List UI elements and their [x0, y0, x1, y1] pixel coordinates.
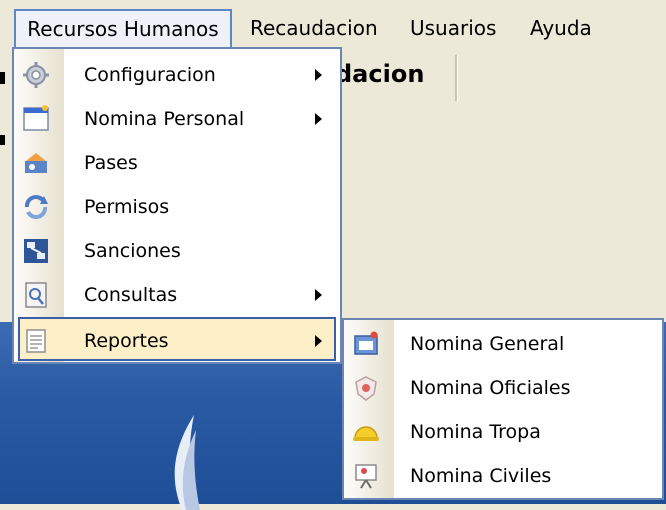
report-icon [26, 329, 46, 353]
submenu-item-label: Nomina Civiles [410, 465, 552, 487]
search-document-icon [25, 282, 47, 308]
edge-mark [0, 135, 5, 145]
submenu-item-nomina-oficiales[interactable]: Nomina Oficiales [344, 366, 662, 410]
menu-item-label: Pases [84, 152, 138, 174]
helmet-icon [353, 426, 379, 441]
menu-recaudacion[interactable]: Recaudacion [250, 10, 378, 47]
menu-item-label: Nomina Personal [84, 108, 245, 130]
recursos-humanos-dropdown: Configuracion Nomina Personal Pases Perm… [12, 47, 342, 364]
submenu-arrow-icon [315, 113, 322, 125]
form-icon [23, 105, 49, 131]
menu-ayuda[interactable]: Ayuda [530, 10, 592, 47]
presentation-icon [355, 464, 377, 489]
submenu-item-label: Nomina Tropa [410, 421, 541, 443]
menu-bar: Recursos Humanos Recaudacion Usuarios Ay… [0, 0, 666, 47]
badge-icon [355, 376, 377, 401]
submenu-item-label: Nomina Oficiales [410, 377, 571, 399]
menu-item-label: Configuracion [84, 64, 216, 86]
transfer-icon [25, 153, 47, 173]
submenu-item-nomina-civiles[interactable]: Nomina Civiles [344, 454, 662, 498]
refresh-icon [24, 195, 48, 219]
submenu-arrow-icon [315, 335, 322, 347]
edge-mark [0, 72, 5, 84]
gear-icon [23, 62, 49, 88]
wing-graphic-icon [174, 415, 200, 510]
menu-item-pases[interactable]: Pases [14, 141, 340, 185]
menu-usuarios[interactable]: Usuarios [410, 10, 496, 47]
network-icon [24, 239, 48, 263]
submenu-arrow-icon [315, 289, 322, 301]
menu-item-sanciones[interactable]: Sanciones [14, 229, 340, 273]
menu-item-configuracion[interactable]: Configuracion [14, 53, 340, 97]
submenu-arrow-icon [315, 69, 322, 81]
menu-item-permisos[interactable]: Permisos [14, 185, 340, 229]
toolbar-separator [455, 55, 458, 101]
menu-item-nomina-personal[interactable]: Nomina Personal [14, 97, 340, 141]
submenu-item-nomina-tropa[interactable]: Nomina Tropa [344, 410, 662, 454]
menu-item-label: Permisos [84, 196, 170, 218]
menu-item-label: Sanciones [84, 240, 181, 262]
reportes-submenu: Nomina General Nomina Oficiales Nomina T… [342, 318, 664, 500]
submenu-item-label: Nomina General [410, 333, 565, 355]
toolbar-title: dacion [335, 60, 425, 88]
submenu-item-nomina-general[interactable]: Nomina General [344, 322, 662, 366]
menu-item-label: Reportes [84, 330, 169, 352]
menu-item-label: Consultas [84, 284, 178, 306]
menu-item-reportes[interactable]: Reportes [18, 317, 336, 361]
menu-item-consultas[interactable]: Consultas [14, 273, 340, 317]
menu-recursos-humanos[interactable]: Recursos Humanos [14, 9, 232, 47]
id-card-icon [354, 331, 378, 355]
